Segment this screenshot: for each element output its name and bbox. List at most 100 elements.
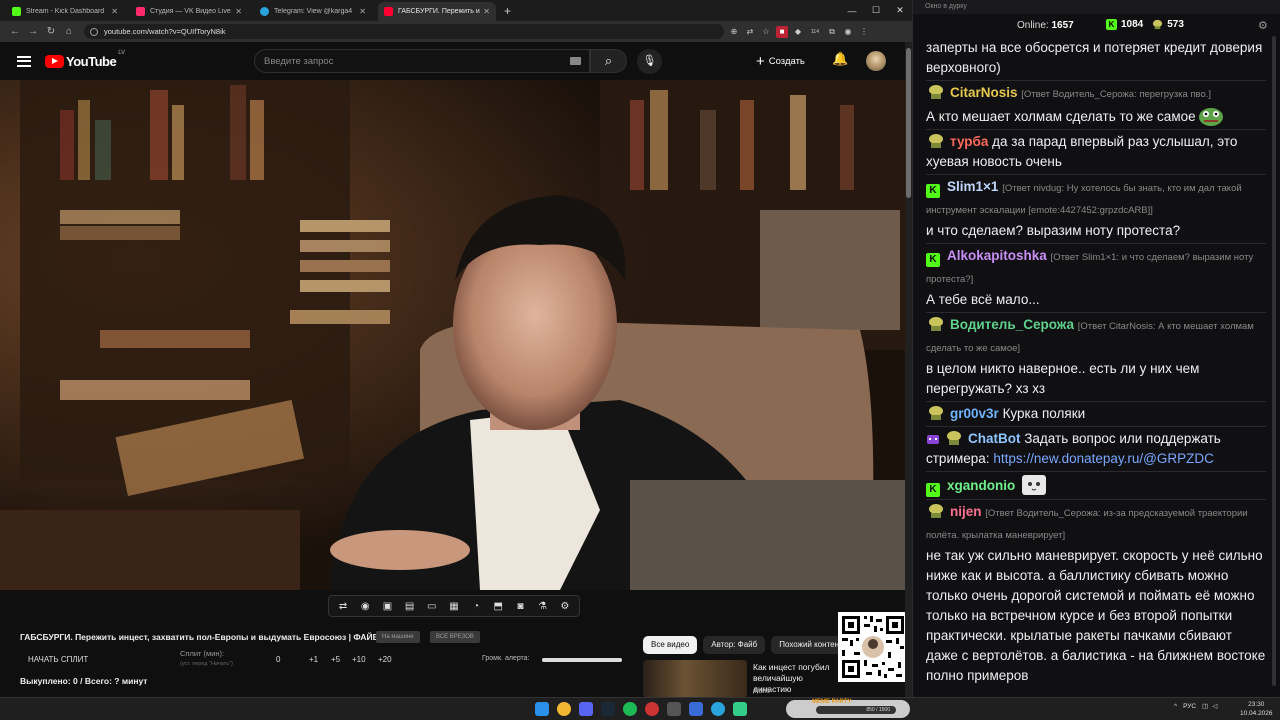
new-tab-icon[interactable]: + <box>504 4 511 18</box>
camera-icon[interactable]: ◙ <box>511 601 530 612</box>
language-indicator[interactable]: РУС <box>1183 703 1196 710</box>
goose-icon <box>1153 19 1163 30</box>
app-icon[interactable] <box>667 702 681 716</box>
split-value-button[interactable]: +1 <box>309 655 318 664</box>
chat-username[interactable]: Alkokapitoshka <box>947 248 1047 263</box>
filter-chip-author[interactable]: Автор: Файб <box>703 636 766 654</box>
tag-chip[interactable]: На машине <box>376 631 420 643</box>
player-icon[interactable] <box>689 702 703 716</box>
site-info-icon[interactable] <box>90 27 98 36</box>
clock[interactable]: 23:30 10.04.2026 <box>1240 700 1273 718</box>
chat-username[interactable]: xgandonio <box>947 478 1015 493</box>
bell-icon[interactable]: 🔔 <box>832 51 848 67</box>
spotify-icon[interactable] <box>623 702 637 716</box>
steam-icon[interactable] <box>601 702 615 716</box>
message-text: А кто мешает холмам сделать то же самое <box>926 109 1196 124</box>
minimize-icon[interactable]: — <box>840 6 864 16</box>
gear-icon[interactable]: ⚙ <box>555 601 574 612</box>
chat-username[interactable]: gr00v3r <box>950 406 999 421</box>
start-split-button[interactable]: НАЧАТЬ СПЛИТ <box>28 655 88 664</box>
app-icon[interactable] <box>733 702 747 716</box>
windows-start-icon[interactable] <box>535 702 549 716</box>
chat-username[interactable]: Slim1×1 <box>947 179 998 194</box>
chat-username[interactable]: nijen <box>950 504 982 519</box>
loop-icon[interactable]: ⇄ <box>334 601 353 612</box>
chat-username[interactable]: Водитель_Серожа <box>950 317 1074 332</box>
recommended-channel[interactable]: Файб <box>753 688 770 695</box>
tab-vk-video[interactable]: Студия — VK Видео Live ✕ <box>130 2 248 21</box>
scrollbar-thumb[interactable] <box>906 48 911 198</box>
close-window-icon[interactable]: ✕ <box>888 5 912 16</box>
chat-username[interactable]: ChatBot <box>968 431 1021 446</box>
tab-kick-dashboard[interactable]: Stream - Kick Dashboard ✕ <box>6 2 124 21</box>
profile-icon[interactable]: ◉ <box>842 26 854 38</box>
chat-window-title: Окно в дурку <box>913 0 1280 14</box>
flask-icon[interactable]: ⚗ <box>533 601 552 612</box>
close-icon[interactable]: ✕ <box>359 7 366 16</box>
page-scrollbar[interactable] <box>905 42 912 697</box>
platform-counts: K 1084 573 <box>1106 19 1184 30</box>
network-icon[interactable]: ◫ <box>1202 702 1208 710</box>
alert-volume-slider[interactable] <box>542 658 622 662</box>
clapper-icon[interactable]: ▤ <box>400 601 419 612</box>
back-icon[interactable]: ← <box>6 26 24 37</box>
video-player[interactable] <box>0 80 905 590</box>
avatar[interactable] <box>866 51 886 71</box>
bought-minutes: Выкуплено: 0 / Всего: ? минут <box>20 676 148 686</box>
tab-telegram[interactable]: Telegram: View @karga4 ✕ <box>254 2 372 21</box>
audio-icon[interactable]: ◉ <box>356 601 375 612</box>
split-value-button[interactable]: +20 <box>378 655 392 664</box>
split-value-button[interactable]: 0 <box>276 655 280 664</box>
bookmark-star-icon[interactable]: ☆ <box>760 26 772 38</box>
forward-icon[interactable]: → <box>24 26 42 37</box>
close-icon[interactable]: ✕ <box>235 7 242 16</box>
filter-chip-all[interactable]: Все видео <box>643 636 698 654</box>
pip-icon[interactable]: ▭ <box>422 601 441 612</box>
chat-scrollbar[interactable] <box>1269 36 1279 694</box>
youtube-wordmark: YouTube <box>66 53 117 69</box>
volume-icon[interactable]: ◁ <box>1212 702 1217 710</box>
speed-icon[interactable]: ◔ <box>467 601 486 612</box>
maximize-icon[interactable]: ☐ <box>864 5 888 16</box>
tab-youtube[interactable]: ГАБСБУРГИ. Пережить инцест ✕ <box>378 2 496 21</box>
close-icon[interactable]: ✕ <box>483 7 490 16</box>
chat-username[interactable]: CitarNosis <box>950 85 1018 100</box>
translate-icon[interactable]: ⇄ <box>744 26 756 38</box>
more-icon[interactable]: ⋮ <box>858 26 870 38</box>
create-button[interactable]: + Создать <box>756 50 820 72</box>
chevron-up-icon[interactable]: ^ <box>1174 703 1177 710</box>
download-icon[interactable]: ⬒ <box>489 601 508 612</box>
split-value-button[interactable]: +10 <box>352 655 366 664</box>
home-icon[interactable]: ⌂ <box>60 26 78 37</box>
puzzle-icon[interactable]: ⧉ <box>826 26 838 38</box>
donation-link[interactable]: https://new.donatepay.ru/@GRPZDC <box>993 451 1214 466</box>
extension-icon[interactable]: ■ <box>776 25 788 38</box>
chat-scrollbar-thumb[interactable] <box>1272 36 1276 686</box>
search-input[interactable]: Введите запрос <box>254 49 590 73</box>
chrome-icon[interactable] <box>557 702 571 716</box>
extension-badge[interactable]: 114 <box>808 26 822 38</box>
chat-username[interactable]: турба <box>950 134 988 149</box>
close-icon[interactable]: ✕ <box>111 7 118 16</box>
install-icon[interactable]: ⊕ <box>728 26 740 38</box>
url-field[interactable]: youtube.com/watch?v=QUIfToryN8ik <box>84 24 724 39</box>
split-value-button[interactable]: +5 <box>331 655 340 664</box>
search-button[interactable]: ⌕ <box>590 49 627 73</box>
telegram-icon[interactable] <box>711 702 725 716</box>
keyboard-icon[interactable] <box>570 57 581 65</box>
meme-party-widget[interactable]: MEME PARTY 850 / 1500 <box>786 699 910 718</box>
youtube-logo[interactable]: YouTube LV <box>45 50 125 69</box>
discord-icon[interactable] <box>579 702 593 716</box>
taskbar: MEME PARTY 850 / 1500 ^ РУС ◫ ◁ 23:30 10… <box>0 697 1280 720</box>
video-thumbnail[interactable] <box>643 660 747 698</box>
recommended-video[interactable]: Как инцест погубил величайшую династию Ф… <box>643 660 838 698</box>
grid-icon[interactable]: ▦ <box>444 601 463 612</box>
view-icon[interactable]: ▣ <box>378 601 397 612</box>
reload-icon[interactable]: ↻ <box>42 26 60 37</box>
mic-icon[interactable]: 🎙 <box>637 49 662 74</box>
extension-icon[interactable]: ◆ <box>792 26 804 38</box>
obs-icon[interactable] <box>645 702 659 716</box>
menu-icon[interactable] <box>17 55 31 67</box>
gear-icon[interactable]: ⚙ <box>1258 19 1268 32</box>
tag-chip[interactable]: ВСЕ ВРЕЗОВ <box>430 631 480 643</box>
